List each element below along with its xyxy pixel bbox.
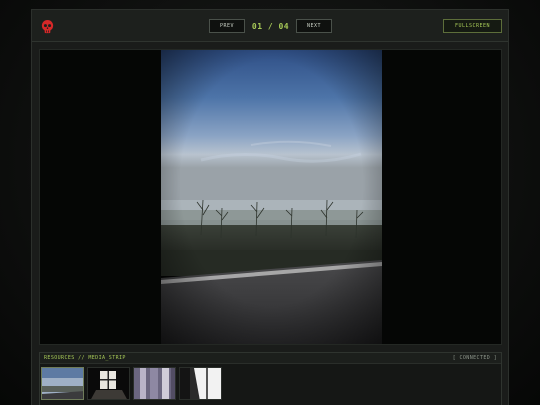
image-viewer	[39, 49, 502, 345]
next-button[interactable]: NEXT	[296, 19, 332, 33]
media-strip-header: RESOURCES // MEDIA_STRIP [ CONNECTED ]	[40, 353, 501, 364]
gallery-frame: PREV 01 / 04 NEXT FULLSCREEN RESOURCES /…	[31, 9, 509, 405]
thumbnail-1[interactable]	[41, 367, 84, 400]
media-strip: RESOURCES // MEDIA_STRIP [ CONNECTED ]	[39, 352, 502, 405]
fullscreen-button[interactable]: FULLSCREEN	[443, 19, 502, 33]
bright-window-thumbnail	[180, 368, 221, 399]
image-counter: 01 / 04	[251, 21, 290, 31]
connection-status: [ CONNECTED ]	[452, 355, 497, 361]
media-strip-title: RESOURCES // MEDIA_STRIP	[44, 355, 126, 361]
curtain-thumbnail	[134, 368, 175, 399]
skull-icon[interactable]	[40, 19, 55, 34]
main-photo[interactable]	[161, 50, 382, 345]
toolbar: PREV 01 / 04 NEXT FULLSCREEN	[32, 10, 508, 42]
foggy-road-thumbnail	[42, 368, 83, 399]
thumbnail-4[interactable]	[179, 367, 222, 400]
thumbnail-2[interactable]	[87, 367, 130, 400]
prev-button[interactable]: PREV	[209, 19, 245, 33]
thumbnail-3[interactable]	[133, 367, 176, 400]
window-thumbnail	[88, 368, 129, 399]
